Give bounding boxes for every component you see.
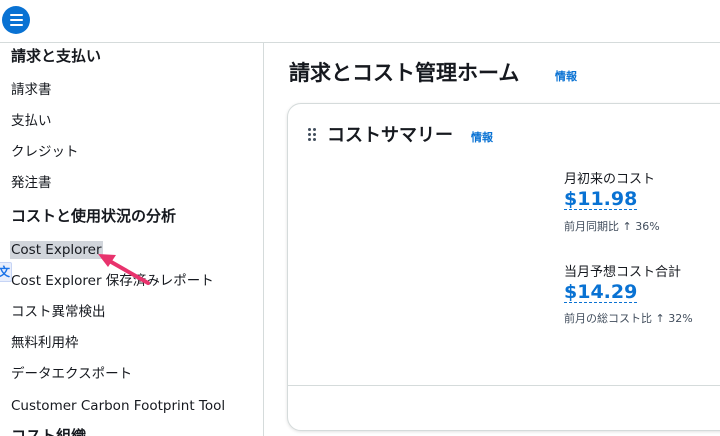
annotation-arrow-icon — [98, 254, 150, 285]
sidebar-heading-cost-analysis: コストと使用状況の分析 — [11, 207, 177, 225]
top-bar — [0, 0, 720, 43]
translate-icon[interactable]: 文 — [0, 262, 12, 282]
forecast-cost[interactable]: $14.29 — [564, 281, 637, 303]
sidebar-item-carbon-footprint[interactable]: Customer Carbon Footprint Tool — [11, 397, 225, 415]
sidebar-item-purchase-orders[interactable]: 発注書 — [11, 174, 52, 192]
card-divider — [288, 385, 720, 386]
sidebar-heading-billing: 請求と支払い — [11, 47, 102, 65]
page-title: 請求とコスト管理ホーム — [289, 61, 520, 85]
sidebar-item-credits[interactable]: クレジット — [11, 143, 79, 161]
cost-summary-card: コストサマリー 情報 月初来のコスト $11.98 前月同期比 ↑ 36% 当月… — [287, 103, 720, 431]
month-to-date-cost[interactable]: $11.98 — [564, 188, 637, 210]
sidebar-item-cost-explorer[interactable]: Cost Explorer — [10, 241, 103, 259]
sidebar-item-data-exports[interactable]: データエクスポート — [11, 365, 132, 383]
month-to-date-label: 月初来のコスト — [564, 172, 656, 187]
month-to-date-comparison: 前月同期比 ↑ 36% — [564, 220, 660, 233]
sidebar-item-free-tier[interactable]: 無料利用枠 — [11, 334, 79, 352]
page-info-link[interactable]: 情報 — [555, 68, 577, 84]
hamburger-menu-icon[interactable] — [2, 6, 30, 34]
sidebar-item-payments[interactable]: 支払い — [11, 112, 52, 130]
card-title: コストサマリー — [327, 125, 453, 146]
forecast-comparison: 前月の総コスト比 ↑ 32% — [564, 312, 693, 325]
drag-handle-icon[interactable] — [308, 128, 316, 141]
sidebar-heading-cost-organization: コスト組織 — [11, 427, 87, 436]
sidebar-navigation: 請求と支払い 請求書 支払い クレジット 発注書 コストと使用状況の分析 Cos… — [0, 43, 264, 436]
sidebar-item-bills[interactable]: 請求書 — [11, 81, 52, 99]
sidebar-item-cost-anomaly-detection[interactable]: コスト異常検出 — [11, 303, 106, 321]
card-info-link[interactable]: 情報 — [471, 129, 493, 145]
forecast-label: 当月予想コスト合計 — [564, 265, 682, 280]
